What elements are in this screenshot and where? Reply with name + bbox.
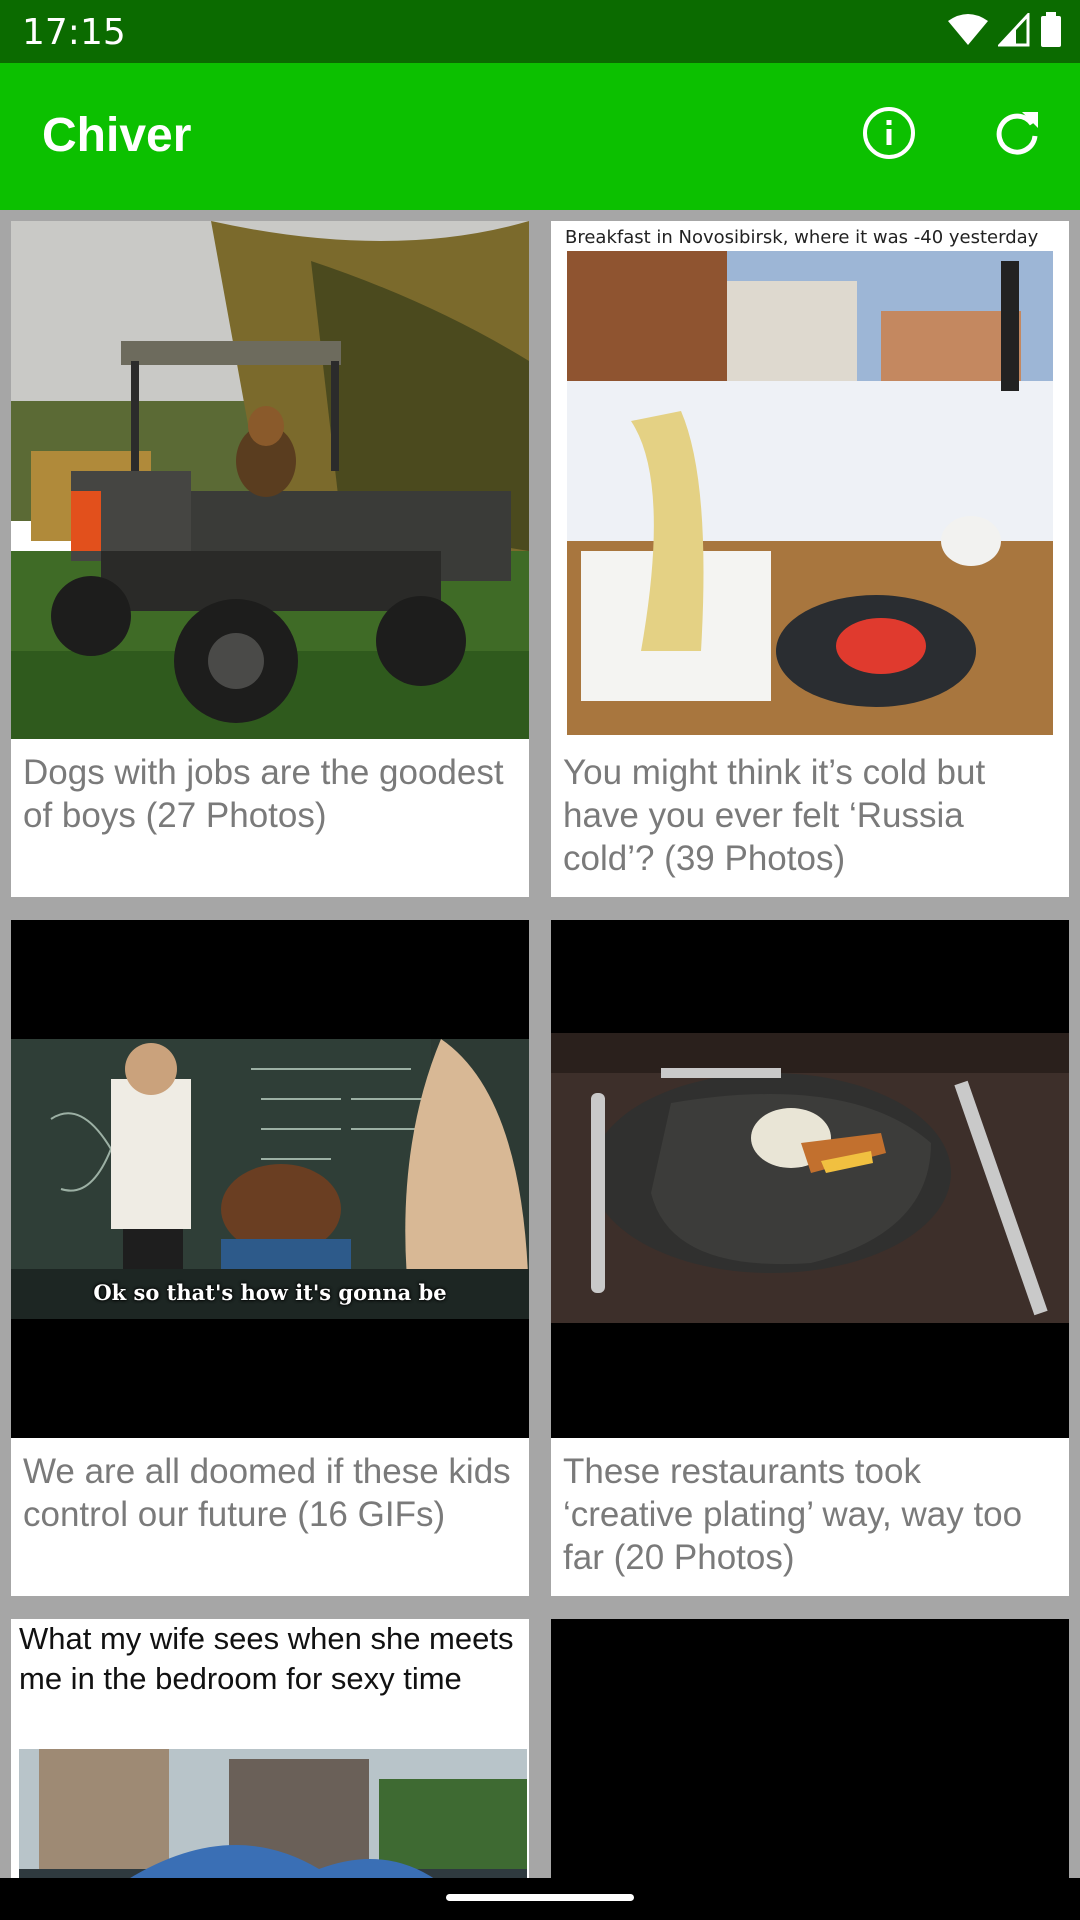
meme-text: What my wife sees when she meets me in t… [19,1621,514,1696]
battery-icon [1040,12,1062,52]
post-caption: We are all doomed if these kids control … [23,1452,511,1534]
refresh-button[interactable] [985,103,1049,167]
status-icons [948,11,1062,52]
post-image: What my wife sees when she meets me in t… [11,1619,529,1880]
post-grid: Dogs with jobs are the goodest of boys (… [0,210,1080,1880]
wifi-icon [948,13,988,51]
post-card[interactable]: Dogs with jobs are the goodest of boys (… [11,221,529,897]
post-card[interactable]: These restaurants took ‘creative plating… [551,920,1069,1596]
gif-subtitle: Ok so that's how it's gonna be [93,1280,447,1305]
post-caption: You might think it’s cold but have you e… [563,753,986,878]
post-card[interactable]: Ok so that's how it's gonna be We are al… [11,920,529,1596]
info-icon [862,106,916,164]
post-card[interactable] [551,1619,1069,1880]
post-card[interactable]: What my wife sees when she meets me in t… [11,1619,529,1880]
post-caption: These restaurants took ‘creative plating… [563,1452,1023,1577]
signal-icon [996,11,1030,51]
status-time: 17:15 [22,12,126,53]
app-title: Chiver [42,109,192,162]
post-image [551,920,1069,1438]
status-bar: 17:15 [0,0,1080,63]
info-button[interactable] [857,103,921,167]
post-image: Breakfast in Novosibirsk, where it was -… [551,221,1069,739]
post-caption: Dogs with jobs are the goodest of boys (… [23,753,504,835]
home-gesture-handle[interactable] [446,1894,634,1901]
refresh-icon [992,108,1042,162]
post-card[interactable]: Breakfast in Novosibirsk, where it was -… [551,221,1069,897]
post-image [551,1619,1069,1880]
app-bar: Chiver [0,63,1080,210]
post-gif: Ok so that's how it's gonna be [11,920,529,1438]
navigation-bar [0,1878,1080,1920]
post-image [11,221,529,739]
